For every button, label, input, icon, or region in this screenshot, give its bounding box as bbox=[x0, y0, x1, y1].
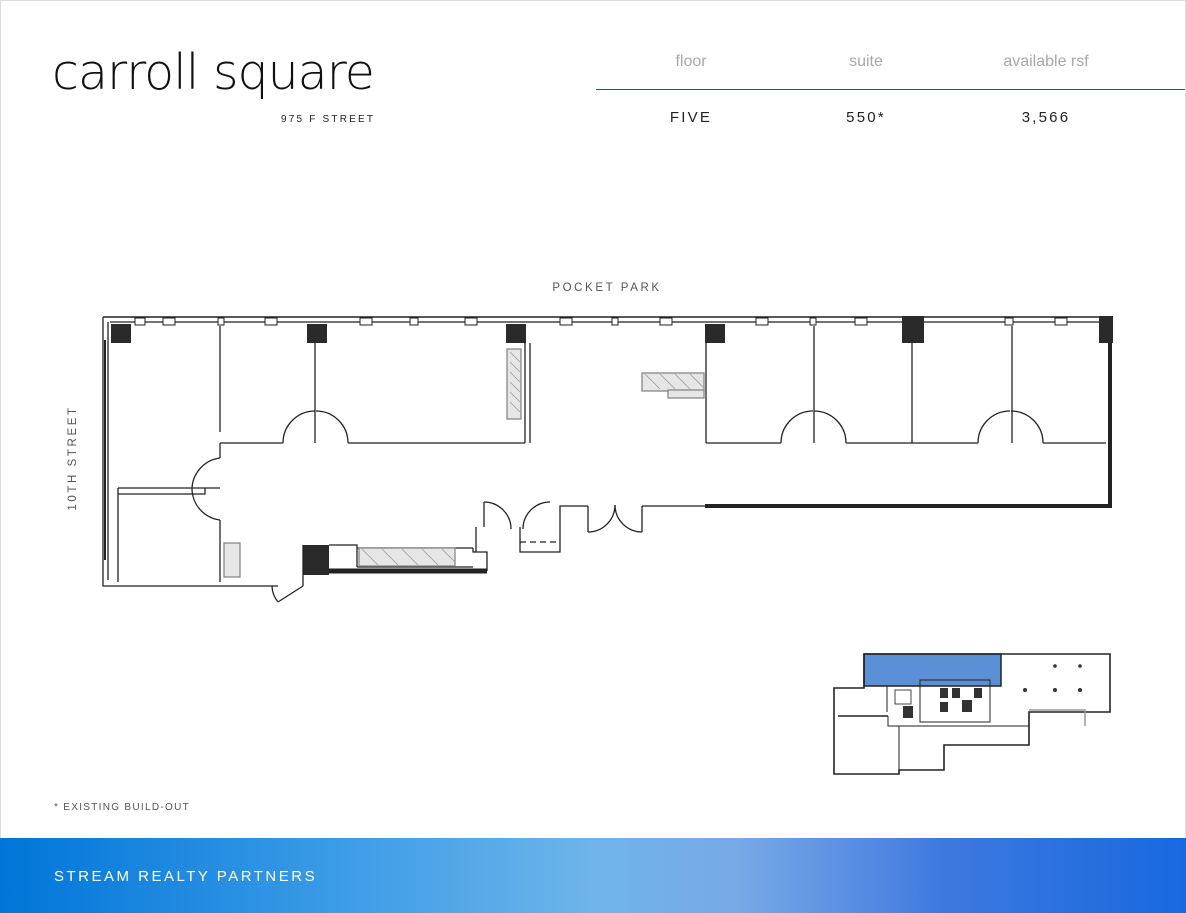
footnote: * EXISTING BUILD-OUT bbox=[54, 802, 191, 813]
key-plan-highlight bbox=[863, 653, 1002, 687]
pocket-park-label: POCKET PARK bbox=[552, 282, 661, 294]
key-plan bbox=[833, 653, 1111, 775]
footer-band: STREAM REALTY PARTNERS bbox=[0, 838, 1186, 913]
tenth-street-label: 10TH STREET bbox=[67, 405, 79, 510]
floor-plan-drawing: POCKET PARK 10TH STREET bbox=[67, 282, 1113, 775]
footer-company-name: STREAM REALTY PARTNERS bbox=[54, 868, 318, 885]
suite-floor-plan bbox=[102, 316, 1113, 603]
